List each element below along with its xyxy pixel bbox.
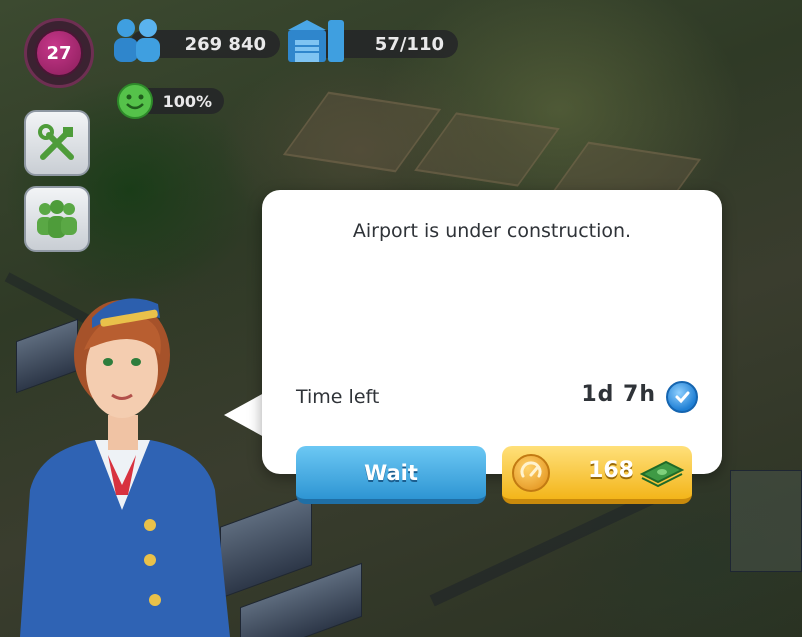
land-plot xyxy=(414,112,560,187)
dialog-title: Airport is under construction. xyxy=(352,220,632,242)
speedup-icon xyxy=(512,454,550,492)
population-icon xyxy=(114,19,160,62)
advisor-character xyxy=(20,298,230,637)
tools-icon xyxy=(38,124,74,160)
community-button[interactable] xyxy=(24,186,90,252)
speedup-cost: 168 xyxy=(588,458,634,483)
community-icon xyxy=(37,200,77,238)
time-left-value: 1d 7h xyxy=(581,382,656,407)
storage-icon xyxy=(288,20,344,62)
dialog-pointer xyxy=(224,393,264,437)
clock-icon xyxy=(666,381,698,413)
storage-value: 57/110 xyxy=(374,33,444,55)
population-value: 269 840 xyxy=(184,33,266,55)
building xyxy=(730,470,802,572)
money-icon xyxy=(640,460,684,488)
time-left-label: Time left xyxy=(296,386,380,408)
construction-dialog: Airport is under construction. Time left… xyxy=(262,190,722,474)
wait-button[interactable]: Wait xyxy=(296,446,486,504)
build-tools-button[interactable] xyxy=(24,110,90,176)
speedup-button[interactable]: 168 xyxy=(502,446,692,504)
level-badge[interactable]: 27 xyxy=(24,18,94,88)
happiness-icon xyxy=(117,83,153,119)
wait-button-label: Wait xyxy=(364,460,418,485)
happiness-value: 100% xyxy=(162,91,212,111)
land-plot xyxy=(282,91,442,173)
level-number: 27 xyxy=(35,29,83,77)
